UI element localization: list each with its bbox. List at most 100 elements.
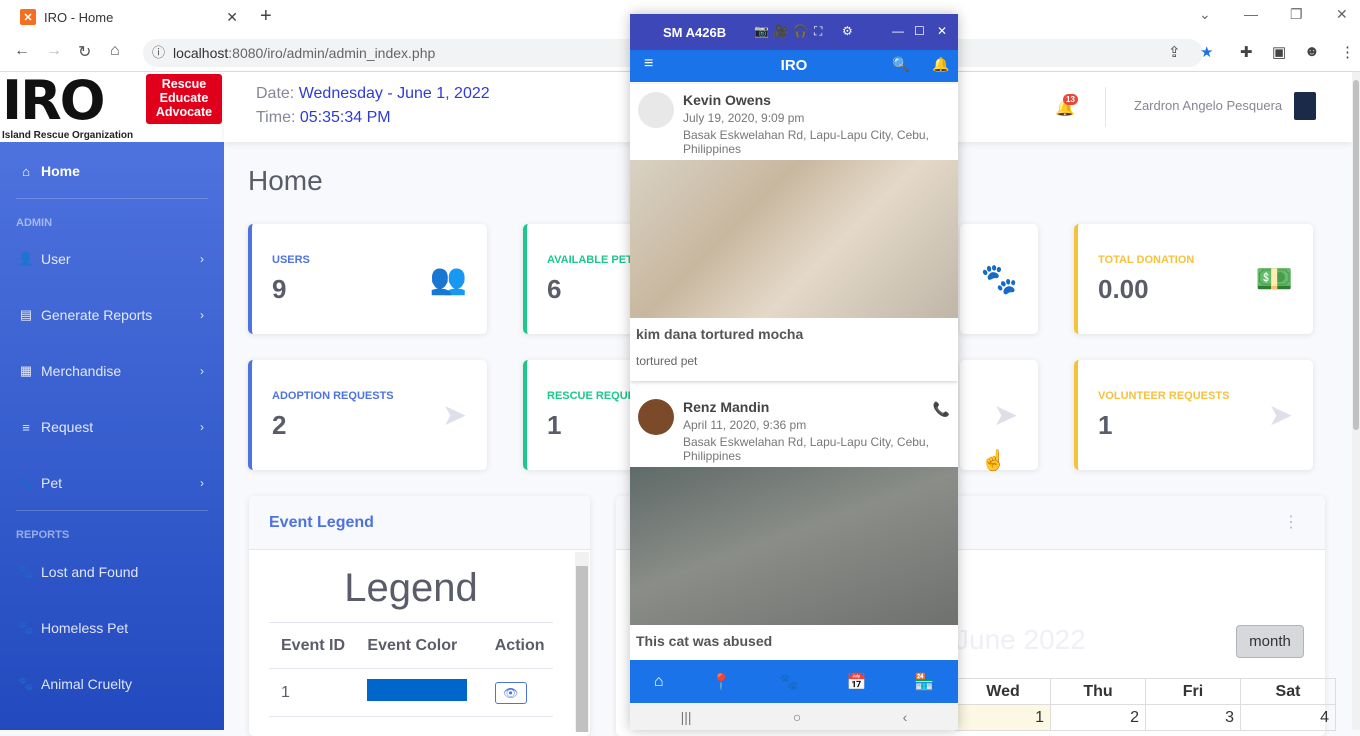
minimize-icon[interactable]: —: [892, 24, 904, 38]
post-date: July 19, 2020, 9:09 pm: [683, 111, 805, 125]
profile-icon[interactable]: ☻: [1304, 43, 1320, 60]
home-icon: ⌂: [22, 163, 30, 179]
sidebar-item-home[interactable]: ⌂ Home: [0, 151, 224, 191]
phone-mirror-window: SM A426B 📷 🎥 🎧 ⛶ ⚙ — ☐ ✕ ≡ IRO 🔍 🔔 Kevin…: [630, 14, 958, 730]
post-title: This cat was abused: [636, 633, 773, 649]
date-line: Date: Wednesday - June 1, 2022: [256, 85, 490, 103]
sidepanel-icon[interactable]: ▣: [1272, 43, 1286, 61]
home-icon[interactable]: ⌂: [654, 673, 664, 691]
location-pin-icon[interactable]: 📍: [711, 672, 731, 692]
site-info-icon[interactable]: ⓘ: [152, 39, 165, 67]
minimize-icon[interactable]: —: [1244, 6, 1258, 22]
post-card[interactable]: Renz Mandin April 11, 2020, 9:36 pm Basa…: [630, 391, 958, 661]
notification-badge: 13: [1063, 94, 1078, 105]
event-action: 👁: [482, 668, 553, 717]
sidebar-item-user[interactable]: 👤 User ›: [0, 239, 224, 279]
avatar[interactable]: [1294, 92, 1316, 120]
calendar-day[interactable]: 4: [1240, 704, 1336, 731]
new-tab-icon[interactable]: +: [260, 5, 272, 28]
post-header: Kevin Owens July 19, 2020, 9:09 pm Basak…: [630, 84, 958, 160]
stat-card-users: USERS 9 👥: [248, 224, 487, 334]
sidebar-item-label: Lost and Found: [41, 564, 139, 580]
calendar-icon[interactable]: 📅: [847, 672, 867, 692]
headset-icon[interactable]: 🎧: [793, 24, 808, 38]
column-header: Event ID: [269, 622, 356, 669]
sidebar-item-merchandise[interactable]: ▦ Merchandise ›: [0, 351, 224, 391]
fullscreen-icon[interactable]: ⛶: [814, 24, 822, 39]
sidebar-item-pet[interactable]: 🐾 Pet ›: [0, 463, 224, 503]
sidebar-item-label: Home: [41, 163, 80, 179]
url-host: localhost: [173, 45, 229, 61]
paper-plane-icon: ➤: [992, 399, 1018, 432]
back-icon[interactable]: ‹: [903, 709, 908, 725]
calendar-day[interactable]: 1: [955, 704, 1051, 731]
page-scrollbar[interactable]: [1352, 72, 1360, 730]
post-card[interactable]: Kevin Owens July 19, 2020, 9:09 pm Basak…: [630, 84, 958, 381]
sidebar-item-generate-reports[interactable]: ▤ Generate Reports ›: [0, 295, 224, 335]
maximize-icon[interactable]: ☐: [914, 24, 925, 38]
month-view-button[interactable]: month: [1236, 625, 1304, 658]
view-eye-icon[interactable]: 👁: [494, 681, 527, 704]
post-author: Renz Mandin: [683, 399, 770, 415]
scroll-thumb[interactable]: [1353, 80, 1359, 430]
share-icon[interactable]: ⇪: [1168, 43, 1181, 61]
sidebar-heading-reports: REPORTS: [16, 529, 70, 541]
store-icon[interactable]: 🏪: [914, 672, 934, 692]
day-header: Wed: [955, 678, 1051, 705]
column-header: Action: [482, 622, 553, 669]
browser-tab[interactable]: ✕ IRO - Home ✕: [8, 0, 246, 34]
post-title: kim dana tortured mocha: [636, 326, 804, 342]
video-icon[interactable]: 🎥: [773, 24, 788, 38]
sidebar-divider: [16, 510, 208, 511]
close-icon[interactable]: ✕: [937, 24, 947, 38]
forward-icon[interactable]: →: [46, 42, 62, 60]
back-icon[interactable]: ←: [14, 42, 30, 60]
extensions-icon[interactable]: ✚: [1240, 43, 1253, 61]
restore-icon[interactable]: ❐: [1290, 6, 1303, 23]
xampp-favicon-icon: ✕: [20, 9, 36, 25]
paw-icon[interactable]: 🐾: [779, 672, 799, 692]
settings-gear-icon[interactable]: ⚙: [842, 24, 853, 38]
time-line: Time: 05:35:34 PM: [256, 109, 391, 127]
search-icon[interactable]: 🔍: [892, 56, 909, 73]
chevron-right-icon: ›: [200, 308, 204, 322]
logo-badge: Rescue Educate Advocate: [146, 74, 222, 124]
time-label: Time:: [256, 109, 296, 126]
color-swatch: [367, 679, 468, 701]
window-close-icon[interactable]: ✕: [1336, 6, 1348, 23]
badge-line: Advocate: [155, 105, 213, 119]
calendar-day[interactable]: 2: [1050, 704, 1146, 731]
recents-icon[interactable]: |||: [681, 709, 692, 725]
date-value: Wednesday - June 1, 2022: [298, 85, 490, 102]
bookmark-star-icon[interactable]: ★: [1200, 43, 1213, 61]
sidebar-item-request[interactable]: ≡ Request ›: [0, 407, 224, 447]
sidebar-item-lost-and-found[interactable]: 🐾 Lost and Found: [0, 552, 224, 592]
calendar-month-title: June 2022: [955, 624, 1086, 655]
menu-kebab-icon[interactable]: ⋮: [1340, 43, 1355, 61]
legend-scrollbar[interactable]: [575, 552, 589, 732]
close-tab-icon[interactable]: ✕: [226, 9, 238, 26]
chevron-right-icon: ›: [200, 420, 204, 434]
card-value: 6: [547, 274, 562, 304]
calendar-day[interactable]: 3: [1145, 704, 1241, 731]
phone-call-icon[interactable]: 📞: [933, 401, 950, 418]
topbar-divider: [1105, 87, 1106, 127]
kebab-menu-icon[interactable]: ⋮: [1283, 512, 1299, 532]
sidebar-item-animal-cruelty[interactable]: 🐾 Animal Cruelty: [0, 664, 224, 704]
android-nav-bar: ||| ○ ‹: [630, 703, 958, 730]
reload-icon[interactable]: ↻: [78, 42, 91, 62]
page-title: Home: [248, 165, 323, 196]
scroll-thumb[interactable]: [576, 566, 588, 732]
bell-icon[interactable]: 🔔: [932, 56, 949, 73]
money-icon: 💵: [1255, 263, 1293, 296]
camera-icon[interactable]: 📷: [754, 24, 769, 38]
sidebar-item-label: Request: [41, 419, 94, 435]
sidebar-item-homeless-pet[interactable]: 🐾 Homeless Pet: [0, 608, 224, 648]
home-circle-icon[interactable]: ○: [793, 709, 801, 725]
home-icon[interactable]: ⌂: [110, 42, 120, 60]
brand-logo[interactable]: IRO Island Rescue Organization Rescue Ed…: [0, 72, 224, 142]
phone-titlebar: SM A426B 📷 🎥 🎧 ⛶ ⚙ — ☐ ✕: [630, 14, 958, 50]
user-name[interactable]: Zardron Angelo Pesquera: [1134, 98, 1282, 113]
badge-line: Rescue: [161, 77, 207, 91]
tab-search-icon[interactable]: ⌄: [1199, 6, 1211, 23]
